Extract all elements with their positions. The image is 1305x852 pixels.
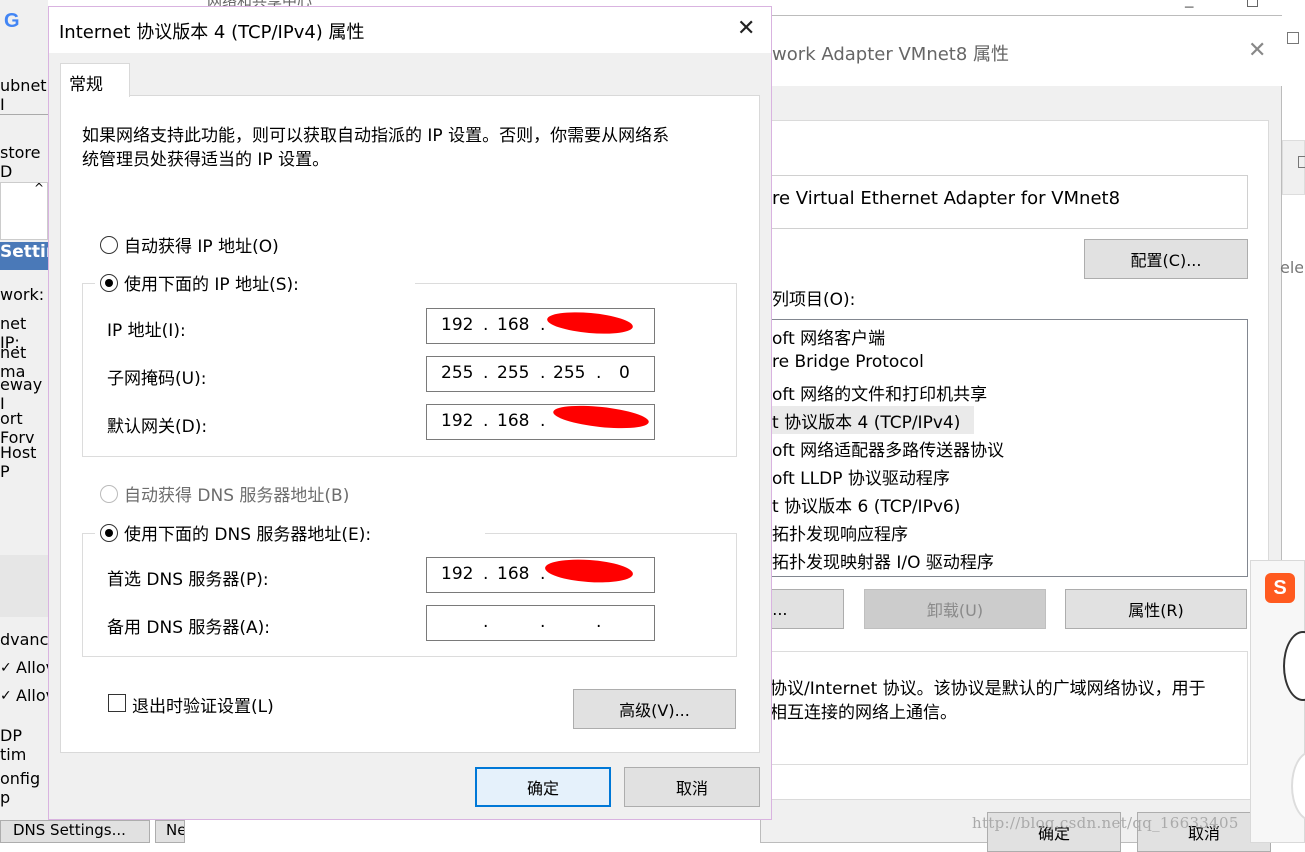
preferred-dns-field[interactable]: 192. 168. . [426, 556, 655, 593]
items-label: 列项目(O): [772, 290, 856, 310]
maximize-icon[interactable] [1247, 0, 1258, 7]
description-line1: 如果网络支持此功能，则可以获取自动指派的 IP 设置。否则，你需要从网络系 [82, 126, 670, 146]
properties-button[interactable]: 属性(R) [1065, 589, 1247, 629]
ipv4-dialog-titlebar: Internet 协议版本 4 (TCP/IPv4) 属性 ✕ [49, 7, 771, 53]
left-app-divider [0, 114, 48, 115]
validate-checkbox[interactable] [108, 694, 126, 712]
adapter-properties-dialog: twork Adapter VMnet8 属性 ✕ re Virtual Eth… [760, 15, 1283, 852]
left-app-label: Host P [0, 443, 37, 481]
checkbox-icon[interactable] [1298, 156, 1305, 168]
sogou-logo-icon[interactable]: S [1265, 573, 1295, 603]
description-line2: 相互连接的网络上通信。 [770, 703, 957, 723]
description-group: 协议/Internet 协议。该协议是默认的广域网络协议，用于 相互连接的网络上… [761, 651, 1248, 765]
list-item[interactable]: oft 网络适配器多路传送器协议 [772, 436, 1004, 461]
checkbox-icon[interactable] [1287, 32, 1299, 44]
redaction-mark [546, 309, 634, 337]
list-item[interactable]: 拓扑发现响应程序 [772, 520, 908, 545]
radio-manual-ip[interactable] [100, 274, 118, 292]
list-item[interactable]: t 协议版本 6 (TCP/IPv6) [772, 492, 960, 517]
adapter-general-panel: re Virtual Ethernet Adapter for VMnet8 配… [761, 120, 1269, 800]
list-item[interactable]: oft 网络客户端 [772, 324, 885, 349]
left-app-label: ort Forv [0, 409, 35, 447]
subnet-mask-field[interactable]: 255. 255. 255. 0 [426, 356, 655, 392]
checkbox-checked-icon[interactable]: ✓ [0, 688, 12, 704]
list-item-selected[interactable]: t 协议版本 4 (TCP/IPv4) [762, 406, 974, 434]
input-method-panel: S [1250, 560, 1305, 843]
left-app-panel-lower [0, 555, 48, 617]
ipv4-dialog-title: Internet 协议版本 4 (TCP/IPv4) 属性 [59, 22, 365, 43]
ip-address-label: IP 地址(I): [107, 321, 186, 341]
mascot-icon [1283, 631, 1305, 701]
adapter-dialog-titlebar: twork Adapter VMnet8 属性 ✕ [761, 16, 1283, 86]
default-gateway-field[interactable]: 192. 168. . [426, 402, 655, 440]
items-list[interactable]: oft 网络客户端 re Bridge Protocol oft 网络的文件和打… [761, 319, 1248, 577]
ip-address-field[interactable]: 192. 168. . [426, 308, 655, 344]
radio-manual-ip-label[interactable]: 使用下面的 IP 地址(S): [124, 270, 299, 295]
description-line1: 协议/Internet 协议。该协议是默认的广域网络协议，用于 [770, 679, 1206, 699]
left-app-label: store D [0, 143, 41, 181]
list-item[interactable]: oft 网络的文件和打印机共享 [772, 380, 987, 405]
chevron-up-icon[interactable]: ^ [34, 181, 44, 195]
ipv4-properties-dialog: Internet 协议版本 4 (TCP/IPv4) 属性 ✕ 常规 如果网络支… [48, 6, 772, 820]
left-app-window: G ubnet I store D ^ Settin work: net IP:… [0, 0, 58, 843]
tab-general[interactable]: 常规 [60, 63, 130, 97]
uninstall-button[interactable]: 卸载(U) [864, 589, 1046, 629]
mascot-body-icon [1291, 751, 1305, 821]
close-icon[interactable]: ✕ [1248, 38, 1266, 63]
description-line2: 统管理员处获得适当的 IP 设置。 [82, 150, 330, 170]
watermark: http://blog.csdn.net/qq_16633405 [972, 814, 1239, 832]
advanced-button[interactable]: 高级(V)... [573, 689, 736, 729]
next-button[interactable]: Ne [155, 820, 185, 843]
configure-button[interactable]: 配置(C)... [1084, 239, 1248, 279]
install-button[interactable]: )... [761, 589, 844, 629]
cancel-button[interactable]: 取消 [624, 767, 760, 807]
radio-auto-dns[interactable] [100, 485, 118, 503]
general-panel: 如果网络支持此功能，则可以获取自动指派的 IP 设置。否则，你需要从网络系 统管… [60, 95, 760, 753]
adapter-dialog-title: twork Adapter VMnet8 属性 [765, 44, 1010, 65]
validate-checkbox-label[interactable]: 退出时验证设置(L) [132, 692, 274, 717]
radio-manual-dns[interactable] [100, 524, 118, 542]
list-item[interactable]: 拓扑发现映射器 I/O 驱动程序 [772, 548, 994, 573]
dns-settings-button[interactable]: DNS Settings... [0, 820, 150, 843]
ok-button[interactable]: 确定 [475, 767, 611, 807]
adapter-name-box: re Virtual Ethernet Adapter for VMnet8 [761, 175, 1248, 229]
preferred-dns-label: 首选 DNS 服务器(P): [107, 570, 269, 590]
left-app-label: onfig p [0, 769, 41, 807]
minimize-icon[interactable]: ─ [1185, 0, 1193, 16]
google-icon: G [4, 10, 20, 32]
checkbox-checked-icon[interactable]: ✓ [0, 660, 12, 676]
right-edge-text: ele [1280, 258, 1303, 277]
left-app-panel: ^ [0, 181, 48, 240]
subnet-mask-label: 子网掩码(U): [107, 369, 207, 389]
close-icon[interactable]: ✕ [737, 16, 755, 41]
radio-auto-ip-label[interactable]: 自动获得 IP 地址(O) [124, 232, 279, 257]
list-item[interactable]: oft LLDP 协议驱动程序 [772, 464, 950, 489]
redaction-mark [544, 556, 634, 586]
radio-auto-dns-label[interactable]: 自动获得 DNS 服务器地址(B) [124, 481, 349, 506]
radio-manual-dns-label[interactable]: 使用下面的 DNS 服务器地址(E): [124, 520, 371, 545]
left-app-label: eway I [0, 375, 43, 413]
alternate-dns-label: 备用 DNS 服务器(A): [107, 618, 271, 638]
left-app-label: ubnet I [0, 76, 47, 114]
radio-auto-ip[interactable] [100, 236, 118, 254]
alternate-dns-field[interactable]: . . . [426, 605, 655, 641]
left-app-label: work: [0, 285, 45, 304]
list-item[interactable]: re Bridge Protocol [772, 352, 924, 372]
left-app-settings-tab[interactable]: Settin [0, 242, 58, 270]
left-app-label: DP tim [0, 726, 27, 764]
default-gateway-label: 默认网关(D): [107, 417, 208, 437]
